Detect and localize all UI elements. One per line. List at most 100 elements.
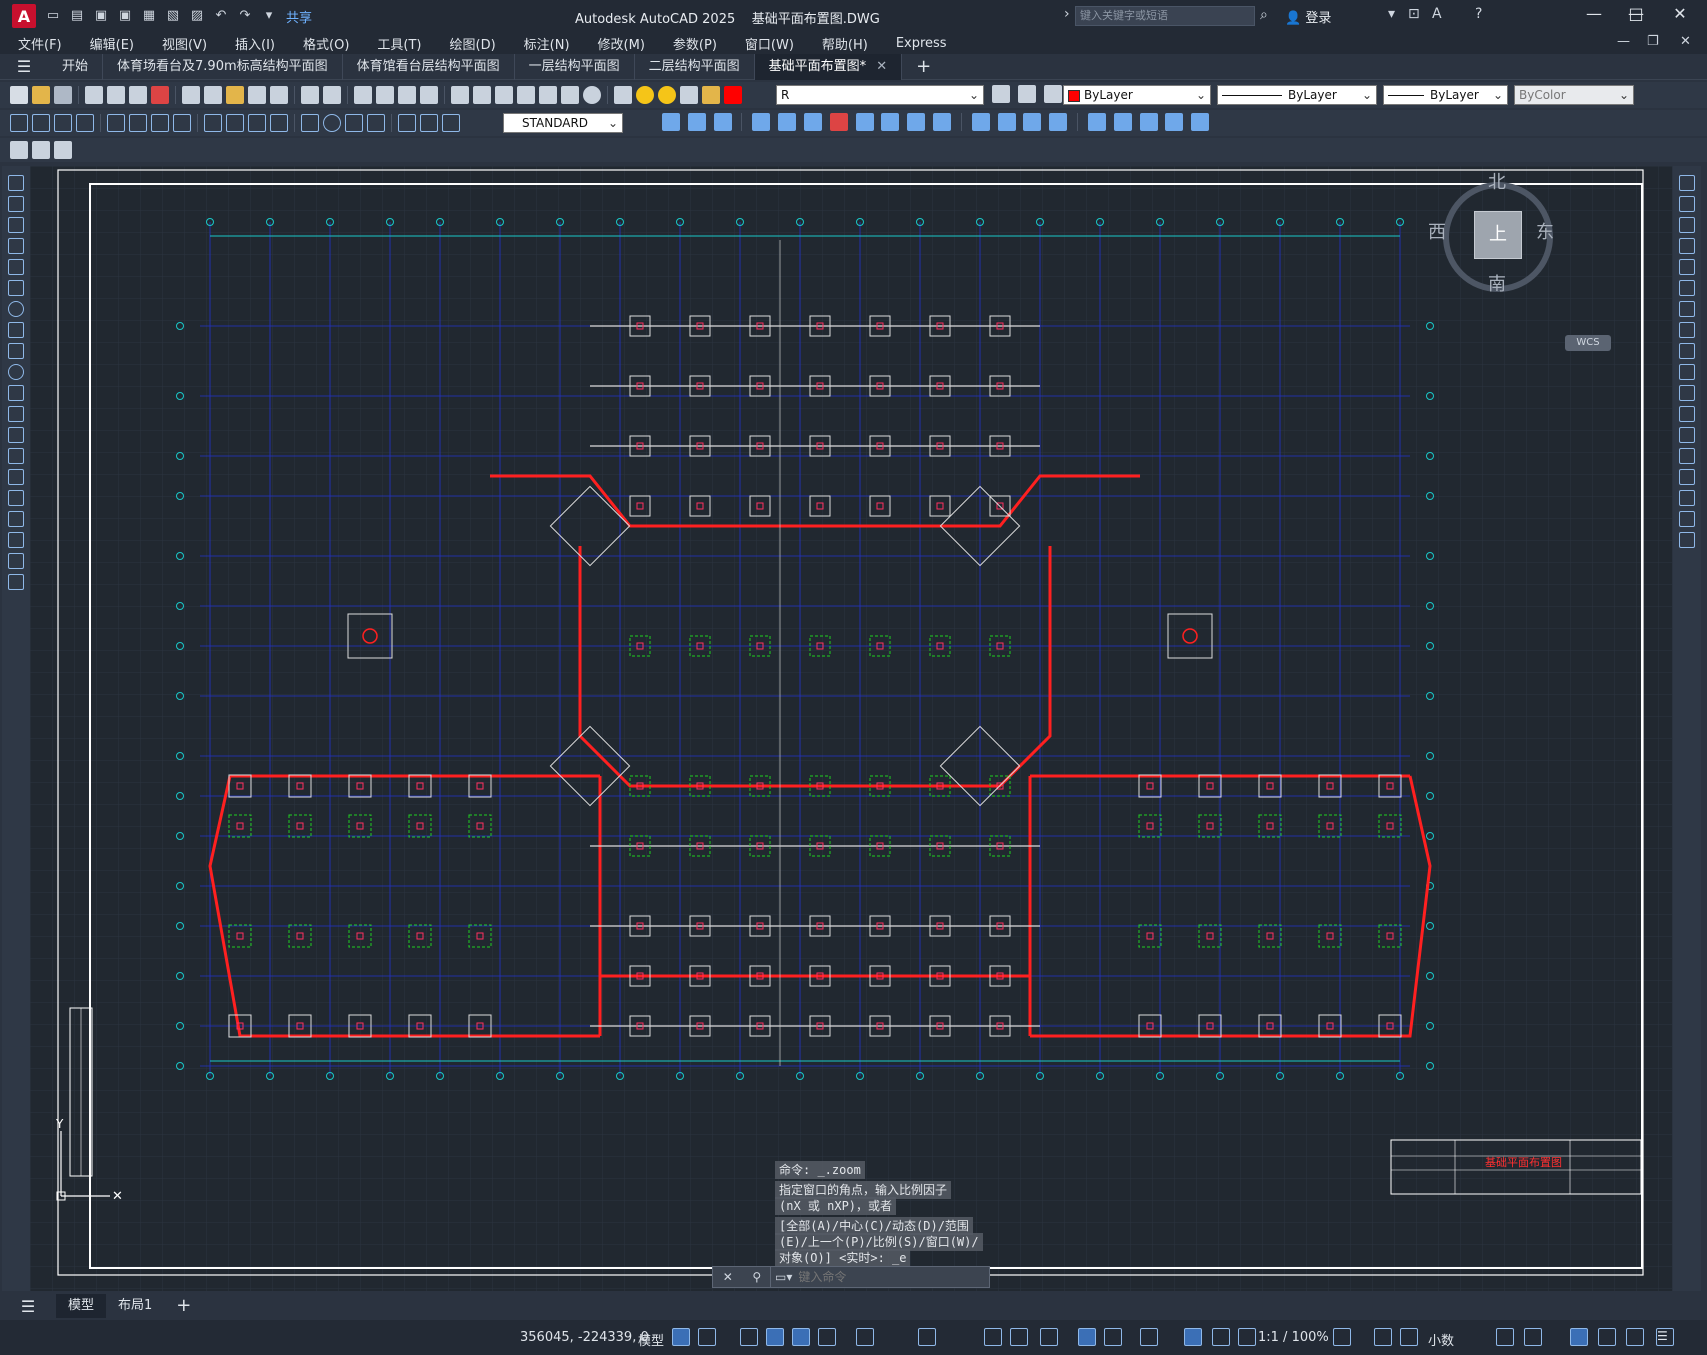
spline-icon[interactable] — [8, 342, 24, 359]
viewcube-east[interactable]: 东 — [1536, 218, 1554, 244]
doc-minimize-button[interactable]: — — [1617, 34, 1630, 49]
plot-preview-icon[interactable] — [107, 86, 125, 104]
search-icon[interactable]: ⌕ — [1260, 7, 1268, 23]
annotation-monitor-icon[interactable] — [1374, 1328, 1392, 1346]
stretch-icon[interactable] — [1679, 342, 1695, 359]
workspace-gear-icon[interactable] — [1333, 1328, 1351, 1346]
command-line[interactable]: ▭▾ — [770, 1266, 990, 1288]
mirror-3d-icon[interactable] — [1165, 113, 1184, 131]
menu-hamburger-icon[interactable]: ☰ — [0, 57, 48, 76]
revision-cloud-icon[interactable] — [8, 321, 24, 338]
rotate-icon[interactable] — [1679, 300, 1695, 317]
offset-icon[interactable] — [1679, 237, 1695, 254]
explode-icon[interactable] — [1679, 531, 1695, 548]
menu-tools[interactable]: 工具(T) — [377, 34, 421, 53]
edit-attribute-icon[interactable] — [10, 141, 28, 159]
command-recent-icon[interactable]: ▭▾ — [775, 1270, 792, 1284]
jogged-icon[interactable] — [129, 114, 147, 132]
table-icon[interactable] — [8, 531, 24, 548]
layer-on-bulb-icon[interactable] — [636, 86, 654, 104]
command-close-icon[interactable]: ✕ — [723, 1270, 733, 1284]
scale-icon[interactable] — [1679, 321, 1695, 338]
save-icon[interactable]: ▣ — [92, 7, 110, 25]
3d-cone-icon[interactable] — [713, 113, 732, 131]
flatshot-icon[interactable] — [1049, 113, 1068, 131]
dynamic-ucs-icon[interactable] — [1104, 1328, 1122, 1346]
tolerance-icon[interactable] — [301, 114, 319, 132]
plot-icon[interactable] — [85, 86, 103, 104]
insert-block-icon[interactable] — [8, 405, 24, 422]
wcs-menu[interactable]: WCS — [1565, 335, 1611, 351]
redo-icon[interactable] — [323, 86, 341, 104]
continue-icon[interactable] — [248, 114, 266, 132]
rotate-3d-icon[interactable] — [1113, 113, 1132, 131]
object-snap-icon[interactable] — [918, 1328, 936, 1346]
layer-properties-icon[interactable] — [614, 86, 632, 104]
autocad-logo-icon[interactable]: A — [12, 4, 36, 28]
menu-parametric[interactable]: 参数(P) — [673, 34, 717, 53]
trim-icon[interactable] — [1679, 363, 1695, 380]
3d-box-icon[interactable] — [662, 113, 680, 131]
aligned-dimension-icon[interactable] — [32, 114, 50, 132]
sweep-icon[interactable] — [803, 113, 822, 131]
extrude-icon[interactable] — [752, 113, 771, 131]
plotstyle-dropdown[interactable]: ByColor ⌄ — [1514, 85, 1634, 105]
help-icon[interactable] — [583, 86, 601, 104]
cart-icon[interactable]: ⊡ — [1408, 6, 1420, 22]
linetype-dropdown[interactable]: ByLayer ⌄ — [1217, 85, 1377, 105]
multiline-text-icon[interactable] — [8, 552, 24, 569]
close-window-button[interactable]: ✕ — [1660, 4, 1700, 23]
layer-viewport-icon[interactable] — [680, 86, 698, 104]
autodesk-a360-icon[interactable]: A — [1432, 6, 1442, 22]
add-selected-icon[interactable] — [8, 573, 24, 590]
construction-line-icon[interactable] — [8, 195, 24, 212]
arc-length-icon[interactable] — [54, 114, 72, 132]
snap-mode-icon[interactable] — [698, 1328, 716, 1346]
viewcube-south[interactable]: 南 — [1488, 270, 1506, 296]
maximize-button[interactable]: □ — [1616, 4, 1656, 23]
save-as-icon[interactable]: ▣ — [116, 7, 134, 25]
menu-help[interactable]: 帮助(H) — [822, 34, 868, 53]
move-3d-icon[interactable] — [1087, 113, 1106, 131]
units-readout[interactable]: 小数 — [1428, 1330, 1454, 1349]
lineweight-toggle-icon[interactable] — [984, 1328, 1002, 1346]
graphics-performance-icon[interactable] — [1598, 1328, 1616, 1346]
paste-icon[interactable] — [226, 86, 244, 104]
new-tab-button[interactable]: + — [916, 56, 931, 77]
fillet-icon[interactable] — [1679, 489, 1695, 506]
dimension-style-dropdown[interactable]: STANDARD ⌄ — [503, 113, 623, 133]
jogged-linear-icon[interactable] — [367, 114, 385, 132]
thicken-icon[interactable] — [933, 113, 952, 131]
layer-color-icon[interactable] — [724, 86, 742, 104]
inspection-icon[interactable] — [345, 114, 363, 132]
drawing-svg[interactable]: 基础平面布置图 Y ✕ — [30, 166, 1672, 1291]
command-input[interactable] — [798, 1270, 979, 1284]
dimension-text-edit-icon[interactable] — [420, 114, 438, 132]
ordinate-icon[interactable] — [76, 114, 94, 132]
menu-format[interactable]: 格式(O) — [303, 34, 349, 53]
lineweight-dropdown[interactable]: ByLayer ⌄ — [1383, 85, 1508, 105]
coordinates-readout[interactable]: 356045, -224339, 0 — [520, 1330, 649, 1345]
join-icon[interactable] — [1679, 447, 1695, 464]
drawing-canvas[interactable]: 基础平面布置图 Y ✕ 上 北 南 东 西 — [30, 166, 1672, 1291]
ellipse-icon[interactable] — [8, 363, 24, 380]
open-file-icon[interactable] — [32, 86, 50, 104]
make-block-icon[interactable] — [8, 426, 24, 443]
menu-file[interactable]: 文件(F) — [18, 34, 62, 53]
baseline-icon[interactable] — [226, 114, 244, 132]
customization-icon[interactable]: ☰ — [1656, 1328, 1674, 1346]
color-dropdown[interactable]: ByLayer ⌄ — [1063, 85, 1211, 105]
menu-insert[interactable]: 插入(I) — [235, 34, 275, 53]
point-icon[interactable] — [8, 447, 24, 464]
copy-object-icon[interactable] — [1679, 195, 1695, 212]
calculator-icon[interactable] — [561, 86, 579, 104]
customize-qat-icon[interactable]: ▾ — [260, 7, 278, 25]
linear-dimension-icon[interactable] — [10, 114, 28, 132]
subtract-icon[interactable] — [829, 113, 848, 131]
menu-view[interactable]: 视图(V) — [162, 34, 207, 53]
minimize-window-button[interactable]: — — [1574, 4, 1614, 23]
chamfer-icon[interactable] — [1679, 468, 1695, 485]
region-icon[interactable] — [8, 510, 24, 527]
undo-icon[interactable] — [301, 86, 319, 104]
align-3d-icon[interactable] — [1139, 113, 1158, 131]
